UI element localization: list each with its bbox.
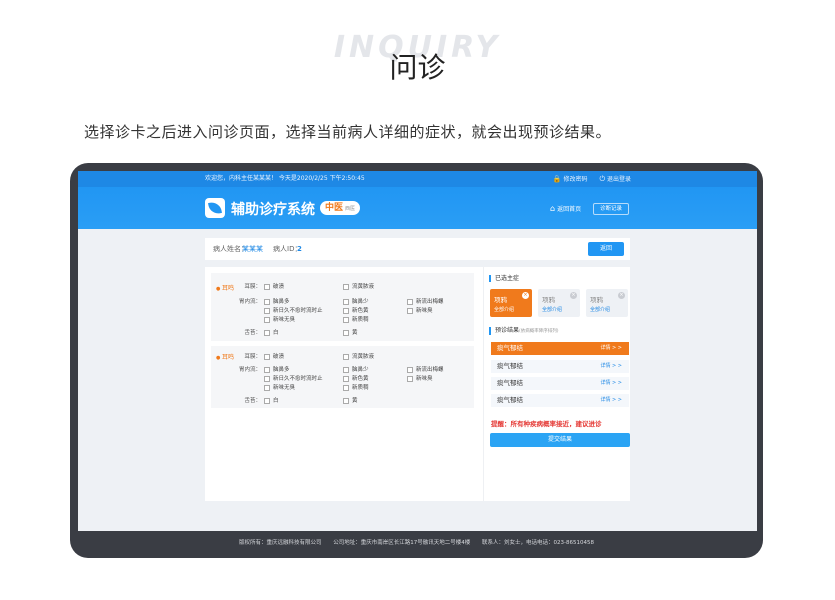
system-title: 辅助诊疗系统 [231,202,315,218]
symptom-option[interactable]: 流黄脓液 [343,282,374,290]
card-sub[interactable]: 全部介绍 [542,306,562,313]
footer-copyright: 版权所有：重庆远融科技有限公司 [239,540,322,546]
card-name: 项鸦 [590,296,603,304]
result-item[interactable]: 痰气郁结 详情 > > [491,360,629,373]
selected-card[interactable]: 项鸦 × 全部介绍 [538,289,580,317]
power-icon: ⏻ [599,175,605,183]
result-detail-link[interactable]: 详情 > > [600,360,622,373]
selected-card[interactable]: 项鸦 × 全部介绍 [490,289,532,317]
home-label: 返回首页 [557,206,582,213]
page-description: 选择诊卡之后进入问诊页面，选择当前病人详细的症状，就会出现预诊结果。 [84,123,612,141]
symptom-option[interactable]: 脑鼻多 [264,365,290,373]
warning-text: 提醒：所有种疾病概率接近，建议进诊 [491,420,602,428]
result-detail-link[interactable]: 详情 > > [600,342,622,355]
footer: 版权所有：重庆远融科技有限公司 公司地址：重庆市南岸区长江路17号融讯天地二号楼… [70,531,763,555]
symptom-option[interactable]: 黄 [343,328,358,336]
symptom-option[interactable]: 黄 [343,396,358,404]
card-name: 项鸦 [494,296,507,304]
results-title-text: 预诊结果 [495,327,520,334]
header: 辅助诊疗系统 中医 西医 ⌂ 返回首页 诊断记录 [78,187,757,229]
row-label: 舌苔： [244,330,261,336]
welcome-text: 欢迎您，内科主任某某某！ 今天是2020/2/25 下午2:50:45 [205,175,365,182]
row-label: 耳膜： [244,284,261,290]
mode-toggle[interactable]: 中医 西医 [320,201,361,215]
submit-button[interactable]: 提交结果 [490,433,630,447]
result-item[interactable]: 痰气郁结 详情 > > [491,377,629,390]
symptom-option[interactable]: 白 [264,328,279,336]
symptom-option[interactable]: 破溃 [264,352,284,360]
result-name: 痰气郁结 [497,379,523,387]
result-detail-link[interactable]: 详情 > > [600,394,622,407]
home-icon: ⌂ [550,204,556,213]
back-button[interactable]: 返回 [588,242,624,256]
symptom-panel: 耳鸣 耳膜： 破溃 流黄脓液 胃内流： 脑鼻多 新日久不愈时流时止 新味无臭 脑… [205,267,474,501]
footer-contact: 联系人：刘女士，电话电话：023-86510458 [482,540,594,546]
symptom-option[interactable]: 新味无臭 [264,383,295,391]
change-password-label: 修改密码 [563,176,588,183]
result-name: 痰气郁结 [497,396,523,404]
records-button[interactable]: 诊断记录 [593,203,629,215]
symptom-option[interactable]: 脑鼻多 [264,297,290,305]
main-content: 耳鸣 耳膜： 破溃 流黄脓液 胃内流： 脑鼻多 新日久不愈时流时止 新味无臭 脑… [205,267,630,501]
symptom-category: 耳鸣 [216,352,234,361]
symptom-option[interactable]: 新味臭 [407,306,433,314]
card-sub[interactable]: 全部介绍 [494,306,514,313]
symptom-option[interactable]: 白 [264,396,279,404]
symptom-option[interactable]: 脑鼻少 [343,297,369,305]
symptom-option[interactable]: 新味无臭 [264,315,295,323]
close-icon[interactable]: × [522,292,529,299]
selected-title-text: 已选主症 [495,275,520,282]
patient-bar: 病人姓名： 某某某 病人ID： 2 返回 [205,238,630,260]
footer-address: 公司地址：重庆市南岸区长江路17号融讯天地二号楼4楼 [333,540,471,546]
change-password-link[interactable]: 🔒 修改密码 [553,171,588,188]
result-panel: 已选主症 项鸦 × 全部介绍 项鸦 × 全部介绍 项鸦 × 全部介绍 预诊结果(… [483,267,630,501]
lock-icon: 🔒 [552,175,562,183]
patient-id: 2 [297,245,302,253]
symptom-option[interactable]: 破溃 [264,282,284,290]
row-label: 胃内流： [238,367,261,373]
card-sub[interactable]: 全部介绍 [590,306,610,313]
page: INQUIRY 问诊 选择诊卡之后进入问诊页面，选择当前病人详细的症状，就会出现… [0,0,835,600]
result-name: 痰气郁结 [497,344,523,352]
result-item[interactable]: 痰气郁结 详情 > > [491,342,629,355]
symptom-option[interactable]: 新流出梅螺 [407,297,444,305]
results-subtitle: (依病概率降序排列) [519,329,559,334]
patient-name: 某某某 [242,245,263,253]
symptom-category: 耳鸣 [216,283,234,292]
row-label: 胃内流： [238,299,261,305]
symptom-option[interactable]: 新流出梅螺 [407,365,444,373]
symptom-option[interactable]: 新味臭 [407,374,433,382]
logo [205,198,225,218]
result-detail-link[interactable]: 详情 > > [600,377,622,390]
symptom-option[interactable]: 新质稠 [343,315,369,323]
logout-link[interactable]: ⏻ 退出登录 [599,171,631,188]
row-label: 舌苔： [244,398,261,404]
close-icon[interactable]: × [570,292,577,299]
app-screen: 欢迎您，内科主任某某某！ 今天是2020/2/25 下午2:50:45 🔒 修改密… [78,171,757,532]
mode-active-label: 中医 [325,203,344,213]
selected-card[interactable]: 项鸦 × 全部介绍 [586,289,628,317]
symptom-block: 耳鸣 耳膜： 破溃 流黄脓液 胃内流： 脑鼻多 新日久不愈时流时止 新味无臭 脑… [211,273,474,341]
symptom-option[interactable]: 新日久不愈时流时止 [264,306,323,314]
symptom-option[interactable]: 新色黄 [343,306,369,314]
symptom-option[interactable]: 新日久不愈时流时止 [264,374,323,382]
page-title: 问诊 [389,51,446,84]
symptom-option[interactable]: 流黄脓液 [343,352,374,360]
symptom-option[interactable]: 新色黄 [343,374,369,382]
close-icon[interactable]: × [618,292,625,299]
selected-title: 已选主症 [489,275,519,282]
leaf-icon [208,201,222,215]
results-title: 预诊结果(依病概率降序排列) [489,327,559,335]
top-bar: 欢迎您，内科主任某某某！ 今天是2020/2/25 下午2:50:45 🔒 修改密… [78,171,757,187]
result-item[interactable]: 痰气郁结 详情 > > [491,394,629,407]
home-link[interactable]: ⌂ 返回首页 [550,204,581,213]
symptom-option[interactable]: 新质稠 [343,383,369,391]
result-name: 痰气郁结 [497,362,523,370]
symptom-option[interactable]: 脑鼻少 [343,365,369,373]
symptom-block: 耳鸣 耳膜： 破溃 流黄脓液 胃内流： 脑鼻多 新日久不愈时流时止 新味无臭 脑… [211,346,474,408]
logout-label: 退出登录 [606,176,631,183]
row-label: 耳膜： [244,354,261,360]
card-name: 项鸦 [542,296,555,304]
mode-alt-label: 西医 [345,206,356,212]
